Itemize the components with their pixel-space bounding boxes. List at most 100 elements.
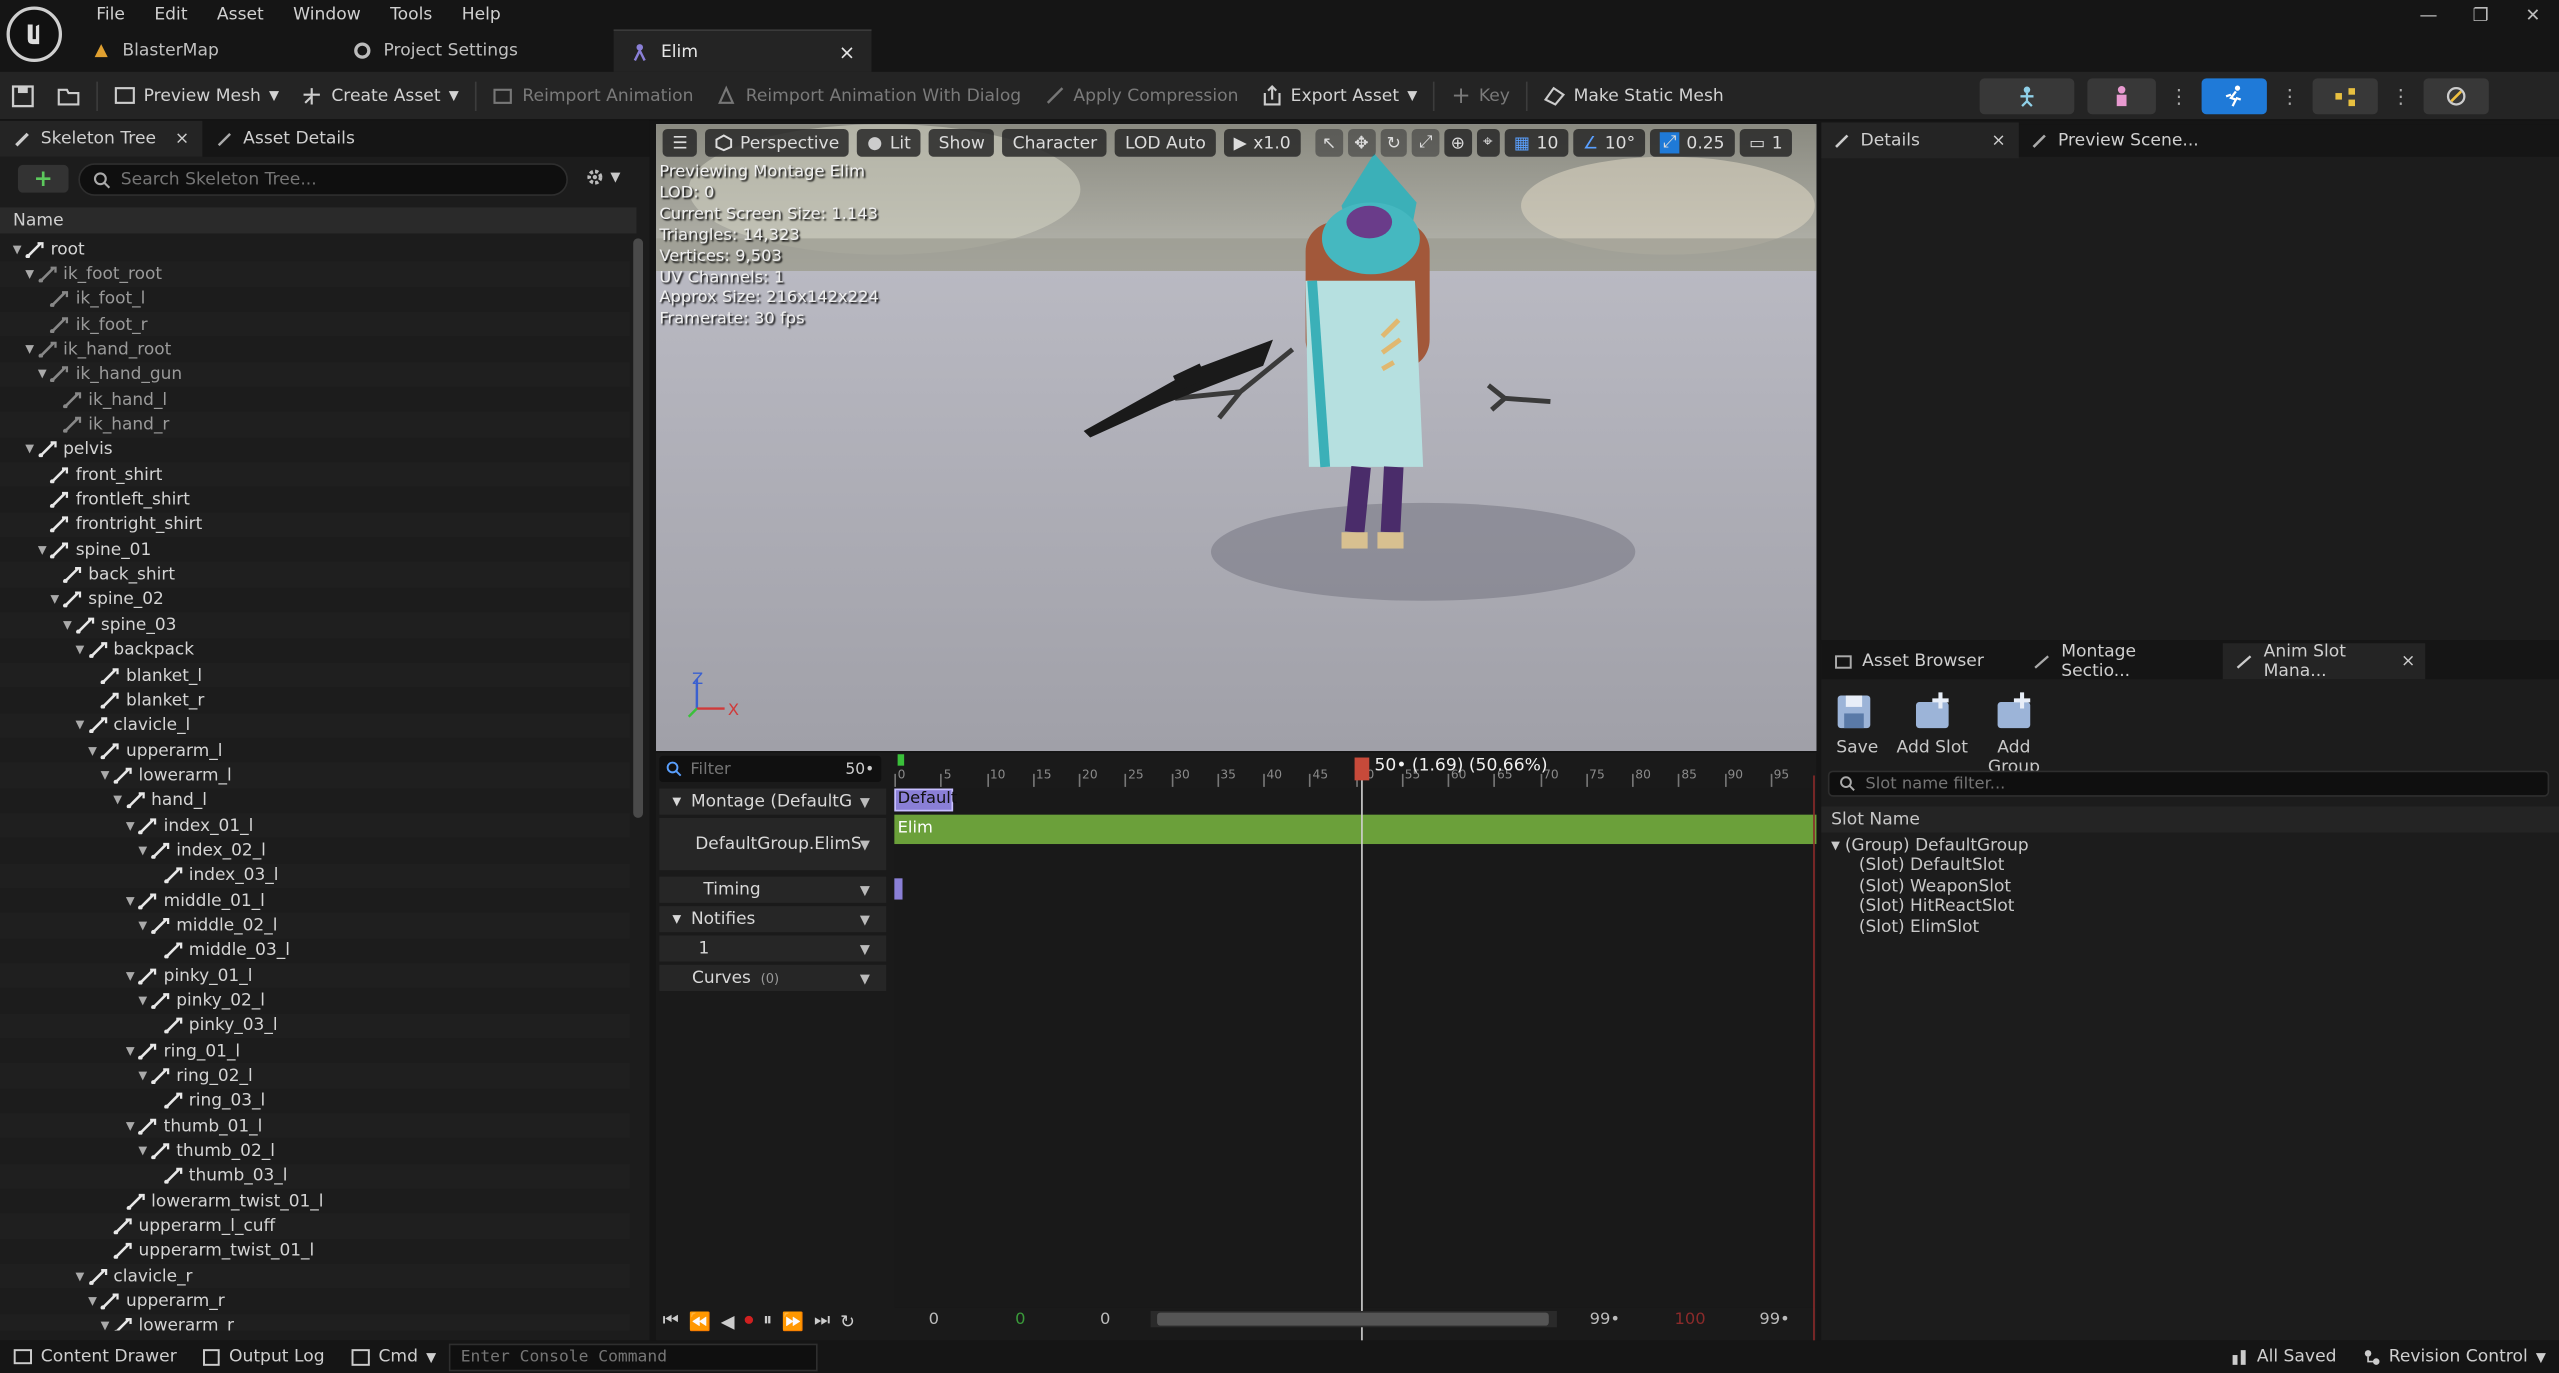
export-asset-button[interactable]: Export Asset ▼: [1250, 71, 1429, 120]
track-filter[interactable]: 50•: [659, 755, 882, 783]
all-saved-button[interactable]: All Saved: [2218, 1340, 2350, 1373]
record-icon[interactable]: ⏺: [744, 1309, 753, 1332]
expand-arrow-icon[interactable]: ▼: [110, 794, 125, 807]
bone-row[interactable]: ▼ index_01_l: [0, 812, 630, 838]
output-log-button[interactable]: Output Log: [190, 1340, 338, 1373]
close-icon[interactable]: ×: [2401, 651, 2415, 671]
search-input[interactable]: [120, 169, 546, 190]
menu-edit[interactable]: Edit: [140, 0, 203, 29]
slot-track[interactable]: DefaultGroup.ElimS ▼: [659, 817, 887, 871]
expand-arrow-icon[interactable]: ▼: [73, 719, 88, 732]
close-window-icon[interactable]: ✕: [2507, 4, 2559, 25]
tab-preview-scene[interactable]: Preview Scene...: [2019, 122, 2212, 158]
slot-row[interactable]: (Slot) ElimSlot: [1859, 917, 2029, 937]
bone-row[interactable]: front_shirt: [0, 462, 630, 488]
tab-anim-slot-manager[interactable]: Anim Slot Mana... ×: [2222, 642, 2426, 681]
expand-arrow-icon[interactable]: ▼: [123, 1119, 138, 1132]
expand-arrow-icon[interactable]: ▼: [85, 744, 100, 757]
expand-arrow-icon[interactable]: ▼: [135, 919, 150, 932]
expand-arrow-icon[interactable]: ▼: [22, 343, 37, 356]
playback-speed-button[interactable]: ▶ x1.0: [1223, 128, 1301, 157]
reimport-animation-button[interactable]: Reimport Animation: [482, 71, 705, 120]
range-start[interactable]: 0: [929, 1311, 939, 1329]
track-area[interactable]: Default Elim: [894, 775, 1817, 1344]
bone-row[interactable]: ▼ ring_01_l: [0, 1038, 630, 1063]
bone-row[interactable]: ▼ index_02_l: [0, 838, 630, 863]
bone-row[interactable]: ▼ hand_l: [0, 788, 630, 813]
more-options-icon[interactable]: ⋮: [2169, 85, 2189, 108]
slot-filter-input[interactable]: [1865, 774, 2519, 793]
select-tool-icon[interactable]: ↖: [1315, 128, 1343, 157]
work-range-start[interactable]: 0: [1015, 1311, 1025, 1329]
dropdown-icon[interactable]: ▼: [860, 912, 870, 927]
lit-button[interactable]: Lit: [857, 128, 921, 157]
expand-arrow-icon[interactable]: ▼: [35, 543, 50, 556]
tab-elim[interactable]: Elim ×: [613, 29, 872, 72]
expand-arrow-icon[interactable]: ▼: [60, 618, 75, 631]
bone-row[interactable]: ▼ pinky_01_l: [0, 963, 630, 989]
dropdown-icon[interactable]: ▼: [860, 971, 870, 986]
viewport-menu-button[interactable]: ☰: [662, 128, 698, 157]
expand-arrow-icon[interactable]: ▼: [85, 1295, 100, 1308]
close-icon[interactable]: ×: [839, 40, 855, 63]
bone-row[interactable]: blanket_l: [0, 662, 630, 688]
scale-snap-button[interactable]: ⤢ 0.25: [1649, 128, 1735, 157]
bone-row[interactable]: ▼ ik_hand_gun: [0, 361, 630, 388]
bone-row[interactable]: lowerarm_twist_01_l: [0, 1189, 630, 1214]
view-range-end[interactable]: 99•: [1590, 1311, 1620, 1329]
bone-row[interactable]: upperarm_twist_01_l: [0, 1239, 630, 1264]
skeleton-search-field[interactable]: [78, 163, 568, 196]
mesh-mode-button[interactable]: [2087, 78, 2156, 115]
bone-row[interactable]: blanket_r: [0, 688, 630, 713]
bone-row[interactable]: ik_foot_l: [0, 287, 630, 312]
add-group-button[interactable]: Add Group: [1971, 692, 2056, 777]
add-socket-button[interactable]: +: [17, 164, 69, 193]
key-button[interactable]: + Key: [1440, 71, 1521, 120]
bone-row[interactable]: ▼ pelvis: [0, 437, 630, 462]
bone-row[interactable]: ▼ middle_01_l: [0, 888, 630, 913]
tab-skeleton-tree[interactable]: Skeleton Tree ×: [0, 120, 203, 157]
slot-row[interactable]: (Slot) DefaultSlot: [1859, 856, 2029, 876]
bone-row[interactable]: frontright_shirt: [0, 512, 630, 538]
playhead-handle[interactable]: [1354, 757, 1370, 781]
slot-row[interactable]: (Slot) WeaponSlot: [1859, 876, 2029, 896]
expand-arrow-icon[interactable]: ▼: [135, 994, 150, 1007]
timing-track[interactable]: Timing ▼: [659, 876, 887, 903]
animation-mode-button[interactable]: [2201, 78, 2267, 115]
work-range-end[interactable]: 100: [1674, 1311, 1705, 1329]
physics-mode-button[interactable]: [2423, 78, 2489, 115]
menu-tools[interactable]: Tools: [375, 0, 447, 29]
bone-row[interactable]: ▼ thumb_01_l: [0, 1113, 630, 1139]
expand-arrow-icon[interactable]: ▼: [10, 243, 25, 256]
expand-arrow-icon[interactable]: ▼: [98, 1320, 113, 1331]
loop-icon[interactable]: ↻: [840, 1310, 855, 1331]
character-button[interactable]: Character: [1002, 128, 1108, 157]
tab-asset-browser[interactable]: Asset Browser: [1821, 643, 2020, 679]
close-icon[interactable]: ×: [1991, 131, 2005, 151]
step-back-icon[interactable]: ⏪: [689, 1310, 711, 1331]
slot-filter-field[interactable]: [1827, 770, 2550, 797]
bone-row[interactable]: ▼ clavicle_l: [0, 712, 630, 738]
playhead-line[interactable]: [1361, 775, 1364, 1344]
notifies-track[interactable]: ▼ Notifies ▼: [659, 906, 887, 933]
save-slots-button[interactable]: Save: [1834, 692, 1880, 758]
notify-row[interactable]: 1 ▼: [659, 935, 887, 962]
save-icon[interactable]: [0, 71, 46, 120]
timing-marker[interactable]: [894, 878, 903, 900]
bone-row[interactable]: ▼ ik_foot_root: [0, 261, 630, 287]
bone-row[interactable]: ▼ lowerarm_l: [0, 762, 630, 788]
filter-input[interactable]: [690, 759, 838, 778]
more-options-icon[interactable]: ⋮: [2280, 85, 2300, 108]
expand-arrow-icon[interactable]: ▼: [73, 644, 88, 657]
reimport-with-dialog-button[interactable]: Reimport Animation With Dialog: [705, 71, 1033, 120]
unreal-logo-icon[interactable]: [6, 6, 63, 63]
more-options-icon[interactable]: ⋮: [2391, 85, 2411, 108]
expand-arrow-icon[interactable]: ▼: [135, 1145, 150, 1158]
bone-row[interactable]: ▼ spine_02: [0, 587, 630, 612]
pause-icon[interactable]: ⏸: [763, 1309, 772, 1332]
tab-blastermap[interactable]: BlasterMap: [75, 29, 336, 71]
expand-arrow-icon[interactable]: ▼: [123, 819, 138, 832]
tab-project-settings[interactable]: Project Settings: [336, 29, 613, 71]
expand-arrow-icon[interactable]: ▼: [123, 969, 138, 982]
bone-row[interactable]: ik_foot_r: [0, 311, 630, 337]
